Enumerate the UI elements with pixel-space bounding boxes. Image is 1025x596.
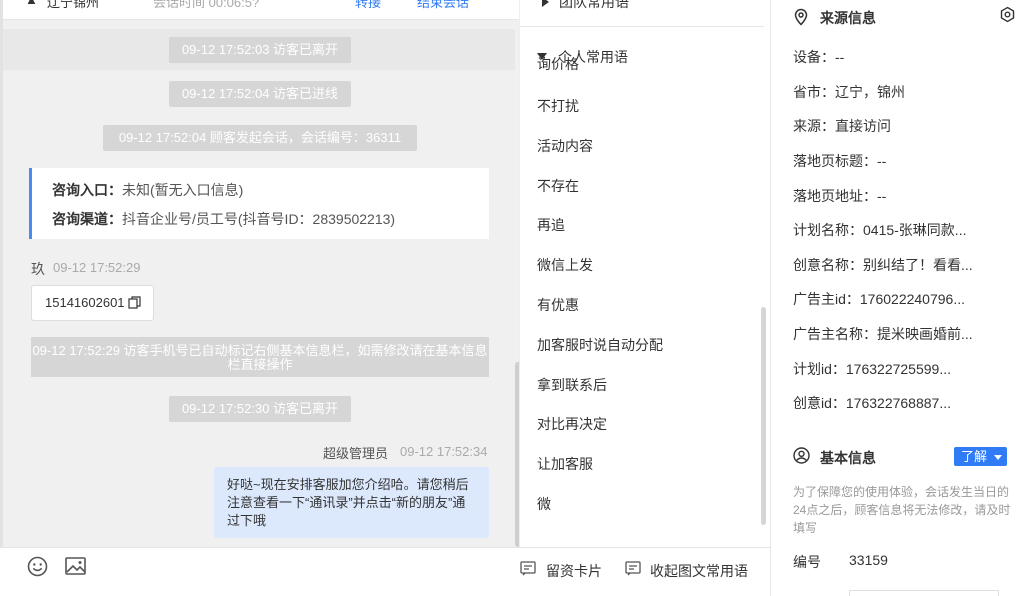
lead-card-button[interactable]: 留资卡片 <box>546 561 602 581</box>
visitor-time: 09-12 17:52:29 <box>53 260 141 275</box>
advertiser-id-field: 广告主id：176022240796... <box>793 291 965 307</box>
group-team-phrases[interactable]: 团队常用语 <box>542 0 629 12</box>
consult-info-card: 咨询入口：未知(暂无入口信息) 咨询渠道：抖音企业号/员工号(抖音号ID：283… <box>29 168 489 239</box>
consult-channel-value: 抖音企业号/员工号(抖音号ID：2839502213) <box>122 211 396 227</box>
divider <box>520 26 764 27</box>
chat-workspace: ▲ 辽宁锦州 会话时间 00:06:5? 转接 结束会话 09-12 17:52… <box>0 0 1025 596</box>
caret-down-icon <box>994 455 1002 460</box>
visitor-name: 玖 <box>31 261 45 277</box>
creative-name-field: 创意名称：别纠结了！看看... <box>793 257 973 273</box>
smile-icon[interactable] <box>27 556 48 577</box>
phrase-item[interactable]: 有优惠 <box>537 295 579 315</box>
chat-header: ▲ 辽宁锦州 会话时间 00:06:5? 转接 结束会话 <box>3 0 519 20</box>
system-message: 09-12 17:52:04 访客已进线 <box>169 81 351 107</box>
plan-name-field: 计划名称：0415-张琳同款... <box>793 222 967 238</box>
plan-id-field: 计划id：176322725599... <box>793 361 951 377</box>
phrase-item[interactable]: 对比再决定 <box>537 414 607 434</box>
customer-info-panel: 来源信息 设备：-- 省市：辽宁，锦州 来源：直接访问 落地页标题：-- 落地页… <box>770 0 1025 596</box>
phrase-item[interactable]: 拿到联系后 <box>537 375 607 395</box>
visitor-message-bubble: 15141602601 <box>31 285 154 321</box>
phrase-item[interactable]: 微 <box>537 494 551 514</box>
phrase-item[interactable]: 询价格 <box>537 57 579 72</box>
phrase-item[interactable]: 不打扰 <box>537 96 579 116</box>
landing-url-field: 落地页地址：-- <box>793 188 887 204</box>
caret-right-icon <box>542 0 549 7</box>
chat-panel: ▲ 辽宁锦州 会话时间 00:06:5? 转接 结束会话 09-12 17:52… <box>0 0 519 547</box>
image-icon[interactable] <box>65 557 86 575</box>
location-icon: ▲ <box>25 0 38 7</box>
consult-entry-label: 咨询入口： <box>52 182 122 198</box>
phrase-item[interactable]: 活动内容 <box>537 136 593 156</box>
agent-name: 超级管理员 <box>323 446 389 461</box>
province-field: 省市：辽宁，锦州 <box>793 84 905 100</box>
phrase-item[interactable]: 让加客服 <box>537 454 593 474</box>
device-field: 设备：-- <box>793 49 845 65</box>
landing-title-field: 落地页标题：-- <box>793 153 887 169</box>
transfer-link[interactable]: 转接 <box>355 0 381 11</box>
system-message: 09-12 17:52:29 访客手机号已自动标记右侧基本信息栏，如需修改请在基… <box>31 337 489 377</box>
end-session-link[interactable]: 结束会话 <box>417 0 469 11</box>
basic-info-note: 为了保障您的使用体验，会话发生当日的24点之后，顾客信息将无法修改，请及时填写 <box>793 485 1011 535</box>
visitor-phone: 15141602601 <box>45 295 125 310</box>
system-message: 09-12 17:52:03 访客已离开 <box>169 37 351 63</box>
source-info-title: 来源信息 <box>820 10 876 26</box>
agent-message-bubble: 好哒~现在安排客服加您介绍哈。请您稍后注意查看一下“通讯录”并点击“新的朋友”通… <box>214 467 489 538</box>
phrase-item[interactable]: 不存在 <box>537 176 579 196</box>
collapse-phrases-button[interactable]: 收起图文常用语 <box>650 561 748 581</box>
number-label: 编号 <box>793 554 821 570</box>
creative-id-field: 创意id：176322768887... <box>793 395 951 411</box>
phrases-panel: 团队常用语 个人常用语 询价格 不打扰 活动内容 不存在 再追 微信上发 有优惠… <box>519 0 770 547</box>
location-pin-icon <box>794 8 808 26</box>
phrase-item[interactable]: 再追 <box>537 215 565 235</box>
group-team-label: 团队常用语 <box>559 0 629 10</box>
card-icon <box>520 561 536 576</box>
system-message: 09-12 17:52:30 访客已离开 <box>169 396 351 422</box>
advertiser-name-field: 广告主名称：提米映画婚前... <box>793 326 973 342</box>
phrase-item[interactable]: 加客服时说自动分配 <box>537 335 663 355</box>
basic-info-title: 基本信息 <box>820 450 876 466</box>
phrases-icon <box>625 561 641 576</box>
chat-header-title: 辽宁锦州 <box>47 0 100 10</box>
chat-header-subtitle: 会话时间 00:06:5? <box>153 0 260 10</box>
system-message: 09-12 17:52:04 顾客发起会话，会话编号：36311 <box>103 125 417 151</box>
source-field: 来源：直接访问 <box>793 118 891 134</box>
user-icon <box>793 447 810 464</box>
copy-icon[interactable] <box>128 296 141 309</box>
next-field-box[interactable] <box>849 590 999 596</box>
settings-icon[interactable] <box>999 6 1016 23</box>
number-value: 33159 <box>849 552 888 568</box>
consult-entry-value: 未知(暂无入口信息) <box>122 182 244 198</box>
phrase-item[interactable]: 微信上发 <box>537 255 593 275</box>
learn-more-label: 了解 <box>961 449 988 464</box>
learn-more-button[interactable]: 了解 <box>954 447 1007 466</box>
agent-time: 09-12 17:52:34 <box>400 444 488 459</box>
phrases-scrollbar[interactable] <box>761 307 766 525</box>
consult-channel-label: 咨询渠道： <box>52 211 122 227</box>
